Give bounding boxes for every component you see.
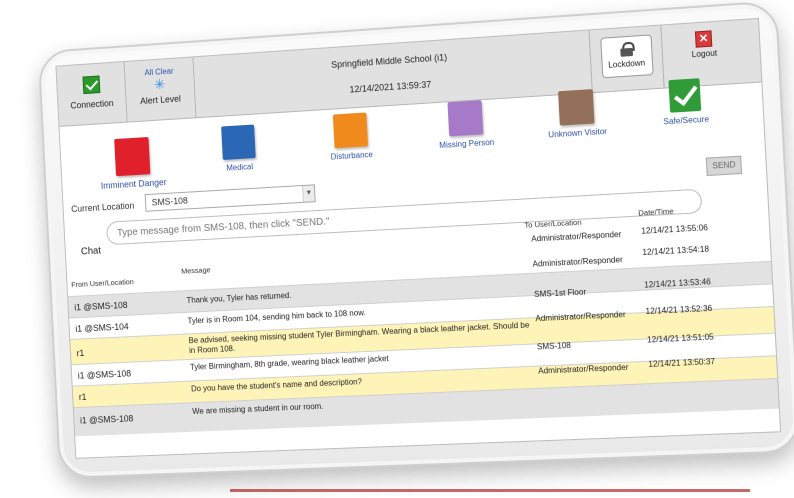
missing-person-button[interactable]: Missing Person (420, 98, 513, 151)
unknown-visitor-button[interactable]: Unknown Visitor (530, 87, 624, 140)
row-from: i1 @SMS-108 (77, 368, 132, 381)
alert-level: All Clear ✳ Alert Level (124, 57, 197, 123)
connection-status: Connection (56, 62, 128, 127)
safe-secure-button[interactable]: Safe/Secure (638, 76, 734, 128)
bottom-accent-line (230, 489, 750, 492)
imminent-danger-icon (114, 136, 151, 177)
header-date: Date/Time (638, 206, 674, 218)
unknown-visitor-icon (558, 89, 595, 126)
location-select[interactable]: SMS-108 ▼ (144, 184, 316, 212)
row-date: 12/14/21 13:50:37 (648, 356, 716, 369)
row-to: SMS-108 (536, 340, 572, 352)
row-date: 12/14/21 13:51:05 (646, 332, 715, 345)
lockdown-button[interactable]: Lockdown (599, 34, 654, 79)
close-icon: ✕ (694, 30, 713, 48)
missing-person-icon (447, 100, 484, 137)
row-date: 12/14/21 13:52:36 (645, 303, 713, 317)
location-value: SMS-108 (151, 195, 189, 208)
checkmark-icon (668, 78, 702, 113)
message-table: From User/Location Message To User/Locat… (65, 201, 780, 457)
lock-icon (619, 42, 632, 57)
row-from: i1 @SMS-108 (79, 413, 134, 426)
row-from: i1 @SMS-104 (75, 321, 129, 334)
row-to: SMS-1st Floor (533, 287, 587, 300)
current-location-label: Current Location (70, 200, 135, 214)
imminent-danger-label: Imminent Danger (100, 177, 167, 191)
row-from: i1 @SMS-108 (74, 300, 128, 313)
connection-check-icon (81, 75, 100, 95)
medical-button[interactable]: Medical (199, 123, 279, 174)
send-button[interactable]: SEND (705, 155, 743, 177)
row-from: r1 (76, 348, 85, 359)
row-to: Administrator/Responder (531, 229, 622, 244)
disturbance-icon (332, 112, 369, 149)
row-date: 12/14/21 13:54:18 (642, 244, 710, 258)
header-from: From User/Location (71, 277, 134, 290)
row-from: r1 (78, 391, 87, 403)
connection-label: Connection (70, 98, 114, 111)
medical-label: Medical (226, 162, 254, 173)
row-to: Administrator/Responder (532, 255, 623, 269)
row-date: 12/14/21 13:55:06 (641, 223, 709, 236)
lockdown-label: Lockdown (608, 58, 646, 70)
missing-person-label: Missing Person (439, 137, 495, 151)
chevron-down-icon[interactable]: ▼ (302, 185, 315, 202)
logout-label: Logout (691, 48, 718, 60)
row-to: Administrator/Responder (537, 362, 629, 376)
disturbance-label: Disturbance (330, 150, 374, 162)
app-screen: Connection All Clear ✳ Alert Level Sprin… (55, 17, 782, 459)
unknown-visitor-label: Unknown Visitor (548, 126, 608, 140)
alert-level-label: Alert Level (139, 93, 182, 107)
disturbance-button[interactable]: Disturbance (305, 111, 396, 163)
safe-secure-label: Safe/Secure (663, 114, 710, 127)
imminent-danger-button[interactable]: Imminent Danger (89, 135, 177, 191)
medical-icon (221, 124, 256, 161)
row-date: 12/14/21 13:53:46 (643, 277, 712, 290)
tablet-frame: Connection All Clear ✳ Alert Level Sprin… (37, 0, 794, 479)
